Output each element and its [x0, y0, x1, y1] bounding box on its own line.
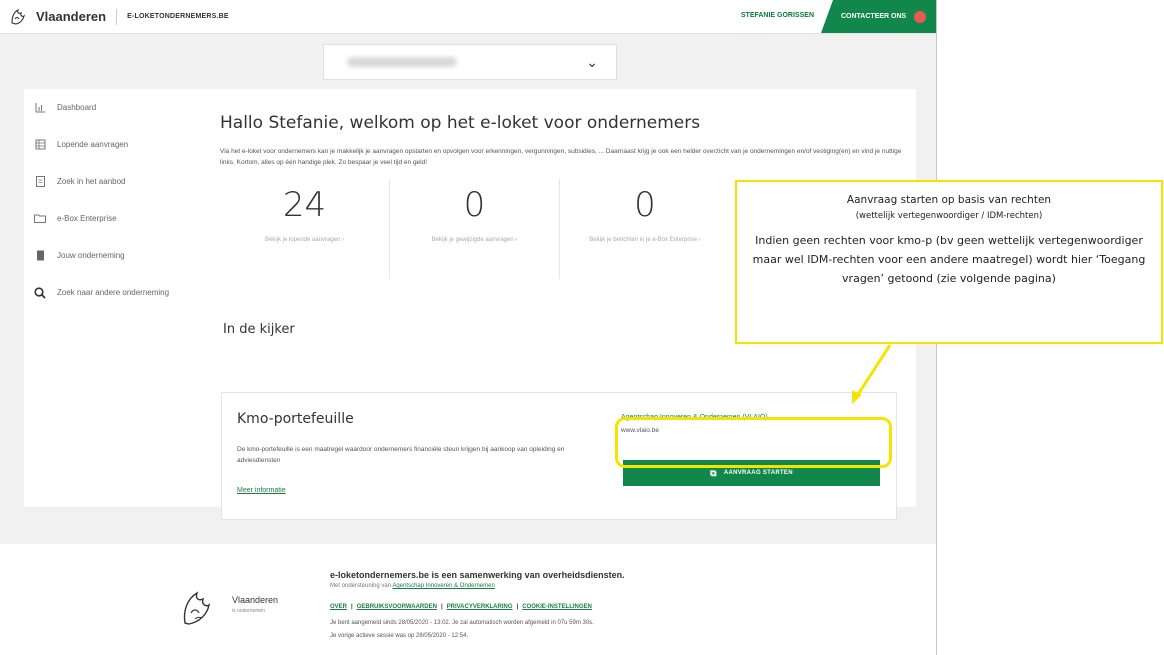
callout-subheading: (wettelijk vertegenwoordiger / IDM-recht… — [855, 211, 1043, 221]
stat-link[interactable]: Bekijk je lopende aanvragen › — [220, 235, 389, 245]
card-description: De kmo-portefeuille is een maatregel waa… — [237, 446, 565, 464]
catalog-icon — [34, 176, 46, 188]
page-title: Hallo Stefanie, welkom op het e-loket vo… — [220, 113, 701, 133]
footer-support-prefix: Met ondersteuning van — [330, 583, 393, 589]
footer-link-privacy[interactable]: PRIVACYVERKLARING — [447, 604, 513, 610]
footer-separator: | — [351, 604, 353, 610]
page: Vlaanderen E-LOKETONDERNEMERS.BE STEFANI… — [0, 0, 1164, 655]
footer-separator: | — [516, 604, 519, 610]
stat-link[interactable]: Bekijk je gewijzigde aanvragen › — [390, 235, 559, 245]
brand-name[interactable]: Vlaanderen — [36, 8, 118, 25]
sidebar-item-ebox[interactable]: e-Box Enterprise — [24, 200, 200, 237]
sidebar-item-dashboard[interactable]: Dashboard — [24, 89, 200, 126]
sidebar-item-zoek-onderneming[interactable]: Zoek naar andere onderneming — [24, 274, 200, 311]
top-bar: Vlaanderen E-LOKETONDERNEMERS.BE STEFANI… — [0, 0, 936, 34]
sidebar: Dashboard Lopende aanvragen Zoek in het … — [24, 89, 200, 507]
sidebar-item-label: Zoek naar andere onderneming — [57, 288, 170, 297]
footer-title: e-loketondernemers.be is een samenwerkin… — [330, 570, 625, 580]
footer: Vlaanderen is ondernemen e-loketondernem… — [0, 544, 936, 655]
chevron-down-icon: ⌄ — [586, 53, 598, 70]
organisation-select[interactable]: ⌄ — [323, 44, 617, 80]
contact-label: CONTACTEER ONS — [841, 13, 907, 20]
stats-row: 24 Bekijk je lopende aanvragen › 0 Bekij… — [220, 179, 730, 284]
stat-lopende[interactable]: 24 Bekijk je lopende aanvragen › — [220, 179, 390, 279]
sidebar-item-lopende-aanvragen[interactable]: Lopende aanvragen — [24, 126, 200, 163]
sidebar-item-label: Zoek in het aanbod — [57, 177, 126, 186]
search-icon — [34, 286, 46, 299]
organisation-name-blurred — [347, 57, 457, 67]
stat-value: 24 — [282, 185, 327, 225]
flanders-lion-logo-icon — [183, 591, 211, 625]
footer-support-link[interactable]: Agentschap Innoveren & Ondernemen — [392, 583, 494, 589]
external-link-icon: ⧉ — [710, 467, 717, 478]
sidebar-item-label: Lopende aanvragen — [57, 140, 129, 149]
dashboard-icon — [34, 102, 46, 114]
intro-text: Via het e-loket voor ondernemers kan je … — [220, 148, 902, 166]
footer-brand-sub: is ondernemen — [232, 608, 266, 614]
stat-link[interactable]: Bekijk je berichten in je e-Box Enterpri… — [560, 235, 730, 245]
building-icon — [34, 250, 46, 262]
stat-gewijzigde[interactable]: 0 Bekijk je gewijzigde aanvragen › — [390, 179, 560, 279]
annotation-callout: Aanvraag starten op basis van rechten (w… — [735, 180, 1163, 344]
footer-links: OVER | GEBRUIKSVOORWAARDEN | PRIVACYVERKLA… — [330, 604, 592, 610]
notification-dot-icon — [914, 10, 927, 23]
previous-session-info: Je vorige actieve sessie was op 28/05/20… — [330, 633, 469, 639]
site-name[interactable]: E-LOKETONDERNEMERS.BE — [127, 13, 229, 20]
sidebar-item-zoek-aanbod[interactable]: Zoek in het aanbod — [24, 163, 200, 200]
session-info: Je bent aangemeld sinds 28/05/2020 - 13:… — [330, 620, 594, 626]
footer-support: Met ondersteuning van Agentschap Innover… — [330, 583, 495, 589]
footer-link-gebruiksvoorwaarden[interactable]: GEBRUIKSVOORWAARDEN — [357, 604, 437, 610]
stat-ebox[interactable]: 0 Bekijk je berichten in je e-Box Enterp… — [560, 179, 730, 279]
start-request-label: AANVRAAG STARTEN — [723, 470, 793, 476]
highlight-ring — [615, 417, 892, 468]
sidebar-item-onderneming[interactable]: Jouw onderneming — [24, 237, 200, 274]
card-title: Kmo-portefeuille — [237, 411, 354, 427]
footer-link-cookies[interactable]: COOKIE-INSTELLINGEN — [522, 604, 592, 610]
stat-value: 0 — [463, 185, 486, 225]
footer-brand: Vlaanderen — [232, 595, 279, 605]
folder-icon — [34, 213, 46, 225]
more-info-link[interactable]: Meer informatie — [237, 487, 286, 494]
list-icon — [34, 139, 46, 151]
callout-heading: Aanvraag starten op basis van rechten — [846, 194, 1052, 206]
contact-button[interactable]: CONTACTEER ONS — [821, 0, 936, 33]
sidebar-item-label: Dashboard — [57, 103, 97, 112]
callout-body: Indien geen rechten voor kmo-p (bv geen … — [752, 234, 1146, 285]
footer-separator: | — [440, 604, 443, 610]
user-name[interactable]: STEFANIE GORISSEN — [741, 12, 814, 19]
sidebar-item-label: Jouw onderneming — [57, 251, 125, 260]
sidebar-item-label: e-Box Enterprise — [57, 214, 117, 223]
footer-link-over[interactable]: OVER — [330, 604, 347, 610]
section-heading: In de kijker — [223, 322, 295, 337]
stat-value: 0 — [634, 185, 656, 225]
flanders-lion-icon[interactable] — [8, 7, 28, 27]
